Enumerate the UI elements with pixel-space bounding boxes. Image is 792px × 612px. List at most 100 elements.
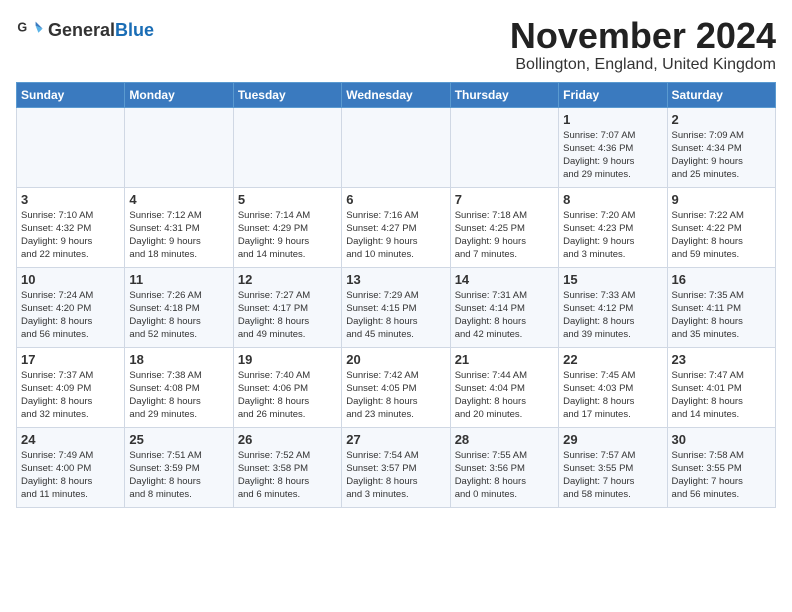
day-number: 8 bbox=[563, 192, 662, 207]
day-number: 12 bbox=[238, 272, 337, 287]
day-detail: Sunrise: 7:51 AM Sunset: 3:59 PM Dayligh… bbox=[129, 449, 228, 502]
weekday-header: Monday bbox=[125, 82, 233, 107]
calendar-cell: 12 Sunrise: 7:27 AM Sunset: 4:17 PM Dayli… bbox=[233, 267, 341, 347]
day-detail: Sunrise: 7:31 AM Sunset: 4:14 PM Dayligh… bbox=[455, 289, 554, 342]
day-detail: Sunrise: 7:38 AM Sunset: 4:08 PM Dayligh… bbox=[129, 369, 228, 422]
day-number: 29 bbox=[563, 432, 662, 447]
calendar-cell: 16Sunrise: 7:35 AM Sunset: 4:11 PM Dayli… bbox=[667, 267, 775, 347]
calendar-cell: 15 Sunrise: 7:33 AM Sunset: 4:12 PM Dayli… bbox=[559, 267, 667, 347]
day-detail: Sunrise: 7:52 AM Sunset: 3:58 PM Dayligh… bbox=[238, 449, 337, 502]
day-detail: Sunrise: 7:35 AM Sunset: 4:11 PM Dayligh… bbox=[672, 289, 771, 342]
day-number: 27 bbox=[346, 432, 445, 447]
title-section: November 2024 Bollington, England, Unite… bbox=[510, 16, 776, 74]
day-number: 25 bbox=[129, 432, 228, 447]
day-detail: Sunrise: 7:55 AM Sunset: 3:56 PM Dayligh… bbox=[455, 449, 554, 502]
day-number: 19 bbox=[238, 352, 337, 367]
weekday-header: Tuesday bbox=[233, 82, 341, 107]
day-number: 13 bbox=[346, 272, 445, 287]
calendar-row: 3 Sunrise: 7:10 AM Sunset: 4:32 PM Daylig… bbox=[17, 187, 776, 267]
day-detail: Sunrise: 7:16 AM Sunset: 4:27 PM Dayligh… bbox=[346, 209, 445, 262]
calendar-cell: 4 Sunrise: 7:12 AM Sunset: 4:31 PM Daylig… bbox=[125, 187, 233, 267]
day-detail: Sunrise: 7:10 AM Sunset: 4:32 PM Dayligh… bbox=[21, 209, 120, 262]
calendar-row: 1 Sunrise: 7:07 AM Sunset: 4:36 PM Daylig… bbox=[17, 107, 776, 187]
calendar-cell: 5 Sunrise: 7:14 AM Sunset: 4:29 PM Daylig… bbox=[233, 187, 341, 267]
calendar-cell bbox=[342, 107, 450, 187]
day-number: 15 bbox=[563, 272, 662, 287]
day-number: 10 bbox=[21, 272, 120, 287]
calendar-cell: 14Sunrise: 7:31 AM Sunset: 4:14 PM Dayli… bbox=[450, 267, 558, 347]
location-title: Bollington, England, United Kingdom bbox=[510, 56, 776, 74]
day-detail: Sunrise: 7:57 AM Sunset: 3:55 PM Dayligh… bbox=[563, 449, 662, 502]
weekday-header: Wednesday bbox=[342, 82, 450, 107]
calendar-cell: 1 Sunrise: 7:07 AM Sunset: 4:36 PM Daylig… bbox=[559, 107, 667, 187]
calendar-cell: 17 Sunrise: 7:37 AM Sunset: 4:09 PM Dayli… bbox=[17, 347, 125, 427]
weekday-header: Sunday bbox=[17, 82, 125, 107]
calendar-cell: 11Sunrise: 7:26 AM Sunset: 4:18 PM Dayli… bbox=[125, 267, 233, 347]
day-detail: Sunrise: 7:07 AM Sunset: 4:36 PM Dayligh… bbox=[563, 129, 662, 182]
calendar-cell: 22Sunrise: 7:45 AM Sunset: 4:03 PM Dayli… bbox=[559, 347, 667, 427]
day-detail: Sunrise: 7:09 AM Sunset: 4:34 PM Dayligh… bbox=[672, 129, 771, 182]
day-number: 3 bbox=[21, 192, 120, 207]
calendar-cell: 3 Sunrise: 7:10 AM Sunset: 4:32 PM Daylig… bbox=[17, 187, 125, 267]
day-detail: Sunrise: 7:20 AM Sunset: 4:23 PM Dayligh… bbox=[563, 209, 662, 262]
calendar-cell: 26 Sunrise: 7:52 AM Sunset: 3:58 PM Dayli… bbox=[233, 427, 341, 507]
month-title: November 2024 bbox=[510, 16, 776, 56]
day-detail: Sunrise: 7:40 AM Sunset: 4:06 PM Dayligh… bbox=[238, 369, 337, 422]
day-number: 5 bbox=[238, 192, 337, 207]
day-number: 18 bbox=[129, 352, 228, 367]
day-detail: Sunrise: 7:58 AM Sunset: 3:55 PM Dayligh… bbox=[672, 449, 771, 502]
calendar-header-row: SundayMondayTuesdayWednesdayThursdayFrid… bbox=[17, 82, 776, 107]
calendar-row: 10 Sunrise: 7:24 AM Sunset: 4:20 PM Dayli… bbox=[17, 267, 776, 347]
calendar-cell: 13Sunrise: 7:29 AM Sunset: 4:15 PM Dayli… bbox=[342, 267, 450, 347]
day-detail: Sunrise: 7:54 AM Sunset: 3:57 PM Dayligh… bbox=[346, 449, 445, 502]
day-number: 2 bbox=[672, 112, 771, 127]
logo-icon: G bbox=[16, 16, 44, 44]
day-detail: Sunrise: 7:47 AM Sunset: 4:01 PM Dayligh… bbox=[672, 369, 771, 422]
day-number: 17 bbox=[21, 352, 120, 367]
svg-text:G: G bbox=[17, 20, 27, 34]
calendar-cell bbox=[233, 107, 341, 187]
calendar-cell: 23Sunrise: 7:47 AM Sunset: 4:01 PM Dayli… bbox=[667, 347, 775, 427]
day-detail: Sunrise: 7:26 AM Sunset: 4:18 PM Dayligh… bbox=[129, 289, 228, 342]
page-header: G GeneralBlue November 2024 Bollington, … bbox=[16, 16, 776, 74]
day-number: 6 bbox=[346, 192, 445, 207]
day-detail: Sunrise: 7:12 AM Sunset: 4:31 PM Dayligh… bbox=[129, 209, 228, 262]
calendar-cell: 28 Sunrise: 7:55 AM Sunset: 3:56 PM Dayli… bbox=[450, 427, 558, 507]
weekday-header: Thursday bbox=[450, 82, 558, 107]
calendar-cell: 19 Sunrise: 7:40 AM Sunset: 4:06 PM Dayli… bbox=[233, 347, 341, 427]
day-detail: Sunrise: 7:24 AM Sunset: 4:20 PM Dayligh… bbox=[21, 289, 120, 342]
calendar-cell: 24Sunrise: 7:49 AM Sunset: 4:00 PM Dayli… bbox=[17, 427, 125, 507]
day-detail: Sunrise: 7:27 AM Sunset: 4:17 PM Dayligh… bbox=[238, 289, 337, 342]
calendar-table: SundayMondayTuesdayWednesdayThursdayFrid… bbox=[16, 82, 776, 508]
calendar-cell: 29 Sunrise: 7:57 AM Sunset: 3:55 PM Dayli… bbox=[559, 427, 667, 507]
calendar-cell: 7Sunrise: 7:18 AM Sunset: 4:25 PM Daylig… bbox=[450, 187, 558, 267]
calendar-cell: 21Sunrise: 7:44 AM Sunset: 4:04 PM Dayli… bbox=[450, 347, 558, 427]
calendar-cell: 18 Sunrise: 7:38 AM Sunset: 4:08 PM Dayli… bbox=[125, 347, 233, 427]
logo-text-general: General bbox=[48, 20, 115, 40]
day-detail: Sunrise: 7:14 AM Sunset: 4:29 PM Dayligh… bbox=[238, 209, 337, 262]
day-detail: Sunrise: 7:33 AM Sunset: 4:12 PM Dayligh… bbox=[563, 289, 662, 342]
day-number: 30 bbox=[672, 432, 771, 447]
day-number: 1 bbox=[563, 112, 662, 127]
calendar-row: 24Sunrise: 7:49 AM Sunset: 4:00 PM Dayli… bbox=[17, 427, 776, 507]
calendar-cell: 20 Sunrise: 7:42 AM Sunset: 4:05 PM Dayli… bbox=[342, 347, 450, 427]
logo-text-blue: Blue bbox=[115, 20, 154, 40]
day-number: 24 bbox=[21, 432, 120, 447]
calendar-cell bbox=[17, 107, 125, 187]
day-number: 26 bbox=[238, 432, 337, 447]
calendar-row: 17 Sunrise: 7:37 AM Sunset: 4:09 PM Dayli… bbox=[17, 347, 776, 427]
calendar-cell: 8 Sunrise: 7:20 AM Sunset: 4:23 PM Daylig… bbox=[559, 187, 667, 267]
day-number: 4 bbox=[129, 192, 228, 207]
calendar-cell: 25 Sunrise: 7:51 AM Sunset: 3:59 PM Dayli… bbox=[125, 427, 233, 507]
day-number: 28 bbox=[455, 432, 554, 447]
day-number: 21 bbox=[455, 352, 554, 367]
calendar-cell: 9Sunrise: 7:22 AM Sunset: 4:22 PM Daylig… bbox=[667, 187, 775, 267]
logo: G GeneralBlue bbox=[16, 16, 154, 44]
calendar-cell: 27 Sunrise: 7:54 AM Sunset: 3:57 PM Dayli… bbox=[342, 427, 450, 507]
day-detail: Sunrise: 7:42 AM Sunset: 4:05 PM Dayligh… bbox=[346, 369, 445, 422]
calendar-cell bbox=[450, 107, 558, 187]
day-detail: Sunrise: 7:37 AM Sunset: 4:09 PM Dayligh… bbox=[21, 369, 120, 422]
day-number: 9 bbox=[672, 192, 771, 207]
calendar-cell bbox=[125, 107, 233, 187]
day-number: 20 bbox=[346, 352, 445, 367]
